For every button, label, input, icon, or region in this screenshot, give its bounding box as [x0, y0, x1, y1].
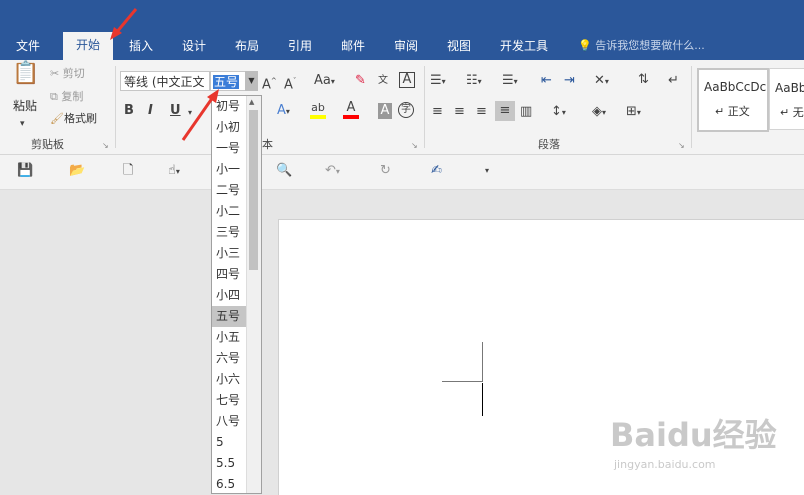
red-arrow-size	[181, 89, 219, 141]
watermark: Baidu经验 jingyan.baidu.com	[610, 410, 780, 490]
watermark-brand: Baidu经验	[610, 416, 777, 454]
red-arrow-tab	[110, 8, 138, 40]
watermark-url: jingyan.baidu.com	[614, 458, 716, 471]
